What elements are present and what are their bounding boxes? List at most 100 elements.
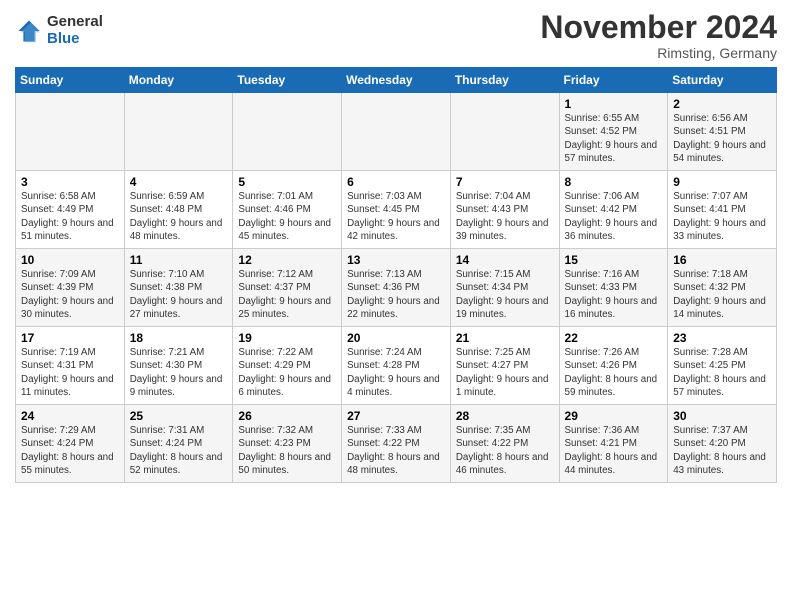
calendar-cell: 22Sunrise: 7:26 AM Sunset: 4:26 PM Dayli… — [559, 327, 668, 405]
day-info: Sunrise: 7:07 AM Sunset: 4:41 PM Dayligh… — [673, 190, 771, 243]
calendar-cell — [124, 93, 233, 171]
calendar-cell: 21Sunrise: 7:25 AM Sunset: 4:27 PM Dayli… — [450, 327, 559, 405]
header-tuesday: Tuesday — [233, 68, 342, 93]
calendar-cell: 10Sunrise: 7:09 AM Sunset: 4:39 PM Dayli… — [16, 249, 125, 327]
month-title: November 2024 — [540, 10, 777, 45]
calendar-cell: 3Sunrise: 6:58 AM Sunset: 4:49 PM Daylig… — [16, 171, 125, 249]
calendar-cell: 4Sunrise: 6:59 AM Sunset: 4:48 PM Daylig… — [124, 171, 233, 249]
header-friday: Friday — [559, 68, 668, 93]
day-number: 19 — [238, 331, 336, 345]
day-number: 3 — [21, 175, 119, 189]
calendar-cell: 29Sunrise: 7:36 AM Sunset: 4:21 PM Dayli… — [559, 405, 668, 483]
day-info: Sunrise: 7:31 AM Sunset: 4:24 PM Dayligh… — [130, 424, 228, 477]
day-number: 7 — [456, 175, 554, 189]
day-number: 13 — [347, 253, 445, 267]
day-info: Sunrise: 7:01 AM Sunset: 4:46 PM Dayligh… — [238, 190, 336, 243]
day-info: Sunrise: 7:12 AM Sunset: 4:37 PM Dayligh… — [238, 268, 336, 321]
calendar-week-2: 3Sunrise: 6:58 AM Sunset: 4:49 PM Daylig… — [16, 171, 777, 249]
calendar-cell: 8Sunrise: 7:06 AM Sunset: 4:42 PM Daylig… — [559, 171, 668, 249]
day-info: Sunrise: 7:32 AM Sunset: 4:23 PM Dayligh… — [238, 424, 336, 477]
calendar-cell: 5Sunrise: 7:01 AM Sunset: 4:46 PM Daylig… — [233, 171, 342, 249]
calendar-table: Sunday Monday Tuesday Wednesday Thursday… — [15, 67, 777, 483]
day-number: 24 — [21, 409, 119, 423]
day-info: Sunrise: 6:56 AM Sunset: 4:51 PM Dayligh… — [673, 112, 771, 165]
calendar-cell: 11Sunrise: 7:10 AM Sunset: 4:38 PM Dayli… — [124, 249, 233, 327]
calendar-week-1: 1Sunrise: 6:55 AM Sunset: 4:52 PM Daylig… — [16, 93, 777, 171]
calendar-week-3: 10Sunrise: 7:09 AM Sunset: 4:39 PM Dayli… — [16, 249, 777, 327]
header-sunday: Sunday — [16, 68, 125, 93]
calendar-cell: 14Sunrise: 7:15 AM Sunset: 4:34 PM Dayli… — [450, 249, 559, 327]
calendar-cell: 17Sunrise: 7:19 AM Sunset: 4:31 PM Dayli… — [16, 327, 125, 405]
day-number: 6 — [347, 175, 445, 189]
day-number: 25 — [130, 409, 228, 423]
calendar-cell: 25Sunrise: 7:31 AM Sunset: 4:24 PM Dayli… — [124, 405, 233, 483]
calendar-cell: 18Sunrise: 7:21 AM Sunset: 4:30 PM Dayli… — [124, 327, 233, 405]
day-info: Sunrise: 7:10 AM Sunset: 4:38 PM Dayligh… — [130, 268, 228, 321]
calendar-cell — [450, 93, 559, 171]
day-info: Sunrise: 7:36 AM Sunset: 4:21 PM Dayligh… — [565, 424, 663, 477]
calendar-cell: 30Sunrise: 7:37 AM Sunset: 4:20 PM Dayli… — [668, 405, 777, 483]
day-info: Sunrise: 7:33 AM Sunset: 4:22 PM Dayligh… — [347, 424, 445, 477]
calendar-cell: 27Sunrise: 7:33 AM Sunset: 4:22 PM Dayli… — [342, 405, 451, 483]
day-info: Sunrise: 7:15 AM Sunset: 4:34 PM Dayligh… — [456, 268, 554, 321]
location: Rimsting, Germany — [540, 45, 777, 61]
calendar-cell: 26Sunrise: 7:32 AM Sunset: 4:23 PM Dayli… — [233, 405, 342, 483]
day-info: Sunrise: 7:26 AM Sunset: 4:26 PM Dayligh… — [565, 346, 663, 399]
day-info: Sunrise: 7:22 AM Sunset: 4:29 PM Dayligh… — [238, 346, 336, 399]
calendar-week-5: 24Sunrise: 7:29 AM Sunset: 4:24 PM Dayli… — [16, 405, 777, 483]
calendar-cell: 12Sunrise: 7:12 AM Sunset: 4:37 PM Dayli… — [233, 249, 342, 327]
calendar-cell: 6Sunrise: 7:03 AM Sunset: 4:45 PM Daylig… — [342, 171, 451, 249]
day-info: Sunrise: 7:35 AM Sunset: 4:22 PM Dayligh… — [456, 424, 554, 477]
day-info: Sunrise: 7:28 AM Sunset: 4:25 PM Dayligh… — [673, 346, 771, 399]
calendar-header-row: Sunday Monday Tuesday Wednesday Thursday… — [16, 68, 777, 93]
day-number: 4 — [130, 175, 228, 189]
day-number: 1 — [565, 97, 663, 111]
day-number: 10 — [21, 253, 119, 267]
day-info: Sunrise: 7:25 AM Sunset: 4:27 PM Dayligh… — [456, 346, 554, 399]
day-info: Sunrise: 7:04 AM Sunset: 4:43 PM Dayligh… — [456, 190, 554, 243]
day-info: Sunrise: 6:55 AM Sunset: 4:52 PM Dayligh… — [565, 112, 663, 165]
logo-blue-text: Blue — [47, 31, 103, 48]
day-info: Sunrise: 7:21 AM Sunset: 4:30 PM Dayligh… — [130, 346, 228, 399]
page-container: General Blue November 2024 Rimsting, Ger… — [0, 0, 792, 493]
day-number: 9 — [673, 175, 771, 189]
day-number: 26 — [238, 409, 336, 423]
calendar-cell: 19Sunrise: 7:22 AM Sunset: 4:29 PM Dayli… — [233, 327, 342, 405]
calendar-cell: 1Sunrise: 6:55 AM Sunset: 4:52 PM Daylig… — [559, 93, 668, 171]
header-wednesday: Wednesday — [342, 68, 451, 93]
day-number: 17 — [21, 331, 119, 345]
header-thursday: Thursday — [450, 68, 559, 93]
calendar-cell: 9Sunrise: 7:07 AM Sunset: 4:41 PM Daylig… — [668, 171, 777, 249]
calendar-cell: 23Sunrise: 7:28 AM Sunset: 4:25 PM Dayli… — [668, 327, 777, 405]
calendar-week-4: 17Sunrise: 7:19 AM Sunset: 4:31 PM Dayli… — [16, 327, 777, 405]
day-number: 23 — [673, 331, 771, 345]
day-info: Sunrise: 7:29 AM Sunset: 4:24 PM Dayligh… — [21, 424, 119, 477]
logo-icon — [15, 17, 43, 45]
day-number: 28 — [456, 409, 554, 423]
day-number: 29 — [565, 409, 663, 423]
day-info: Sunrise: 7:19 AM Sunset: 4:31 PM Dayligh… — [21, 346, 119, 399]
day-number: 27 — [347, 409, 445, 423]
day-number: 8 — [565, 175, 663, 189]
day-number: 14 — [456, 253, 554, 267]
calendar-cell: 7Sunrise: 7:04 AM Sunset: 4:43 PM Daylig… — [450, 171, 559, 249]
calendar-cell — [342, 93, 451, 171]
calendar-cell: 28Sunrise: 7:35 AM Sunset: 4:22 PM Dayli… — [450, 405, 559, 483]
logo-general-text: General — [47, 14, 103, 31]
calendar-cell: 2Sunrise: 6:56 AM Sunset: 4:51 PM Daylig… — [668, 93, 777, 171]
day-number: 12 — [238, 253, 336, 267]
day-info: Sunrise: 6:59 AM Sunset: 4:48 PM Dayligh… — [130, 190, 228, 243]
day-number: 22 — [565, 331, 663, 345]
day-info: Sunrise: 7:18 AM Sunset: 4:32 PM Dayligh… — [673, 268, 771, 321]
day-number: 11 — [130, 253, 228, 267]
day-info: Sunrise: 7:06 AM Sunset: 4:42 PM Dayligh… — [565, 190, 663, 243]
day-info: Sunrise: 7:37 AM Sunset: 4:20 PM Dayligh… — [673, 424, 771, 477]
calendar-cell: 24Sunrise: 7:29 AM Sunset: 4:24 PM Dayli… — [16, 405, 125, 483]
day-number: 20 — [347, 331, 445, 345]
day-info: Sunrise: 6:58 AM Sunset: 4:49 PM Dayligh… — [21, 190, 119, 243]
header-saturday: Saturday — [668, 68, 777, 93]
day-number: 21 — [456, 331, 554, 345]
day-number: 30 — [673, 409, 771, 423]
day-info: Sunrise: 7:16 AM Sunset: 4:33 PM Dayligh… — [565, 268, 663, 321]
day-number: 15 — [565, 253, 663, 267]
